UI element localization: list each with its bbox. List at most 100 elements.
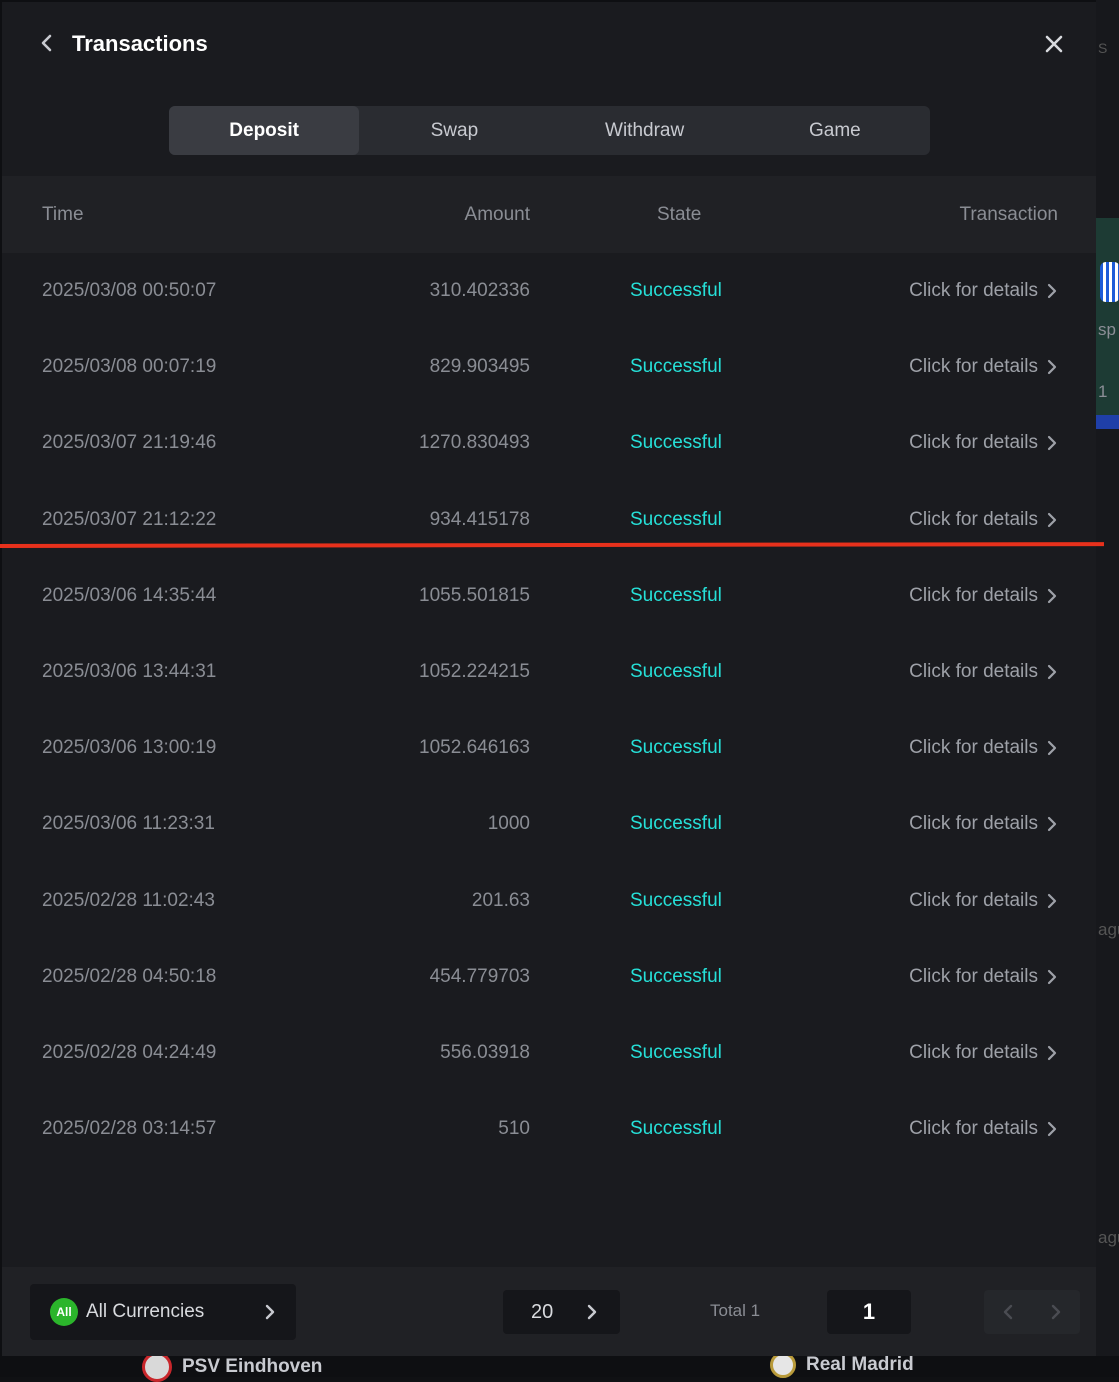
next-page-button[interactable] <box>1032 1290 1080 1334</box>
chevron-right-icon <box>1047 1045 1057 1061</box>
table-row: 2025/02/28 04:24:49 556.03918 Successful Cl… <box>2 1015 1096 1091</box>
details-link[interactable]: Click for details <box>909 329 1058 405</box>
background-right-edge: S sp 1 agu agu <box>1096 0 1119 1377</box>
transaction-state: Successful <box>630 1118 722 1140</box>
transaction-state: Successful <box>630 813 722 835</box>
transaction-amount: 1000 <box>487 813 530 835</box>
chevron-right-icon <box>1047 664 1057 680</box>
details-link[interactable]: Click for details <box>909 1015 1058 1091</box>
transaction-amount: 1055.501815 <box>419 584 530 606</box>
close-icon[interactable] <box>1042 32 1066 56</box>
chevron-right-icon <box>265 1304 275 1320</box>
table-header: Time Amount State Transaction <box>2 176 1096 253</box>
table-row: 2025/03/08 00:50:07 310.402336 Successful C… <box>2 253 1096 329</box>
transaction-amount: 829.903495 <box>429 356 530 378</box>
details-link[interactable]: Click for details <box>909 786 1058 862</box>
transaction-amount: 510 <box>498 1118 530 1140</box>
details-link[interactable]: Click for details <box>909 1091 1058 1167</box>
tab-game[interactable]: Game <box>740 106 930 155</box>
transaction-amount: 454.779703 <box>429 965 530 987</box>
transaction-time: 2025/03/07 21:19:46 <box>42 432 217 454</box>
details-link-label: Click for details <box>909 661 1038 682</box>
back-arrow-icon[interactable] <box>36 32 58 54</box>
transaction-amount: 1052.224215 <box>419 661 530 682</box>
transaction-time: 2025/02/28 04:24:49 <box>42 1042 217 1063</box>
transaction-state: Successful <box>630 280 722 301</box>
transaction-amount: 556.03918 <box>440 1042 530 1063</box>
transaction-time: 2025/02/28 04:50:18 <box>42 965 217 987</box>
column-header-time: Time <box>42 204 84 225</box>
total-count: Total 1 <box>710 1301 761 1320</box>
page-size-select[interactable]: 20 <box>503 1290 620 1334</box>
transaction-state: Successful <box>630 661 722 682</box>
currency-filter-button[interactable]: All All Currencies <box>30 1284 296 1340</box>
table-row: 2025/02/28 03:14:57 510 Successful Click fo… <box>2 1091 1096 1167</box>
table-row: 2025/02/28 11:02:43 201.63 Successful Click… <box>2 863 1096 939</box>
transaction-type-tabs: Deposit Swap Withdraw Game <box>169 106 930 155</box>
details-link[interactable]: Click for details <box>909 634 1058 710</box>
transaction-state: Successful <box>630 432 722 454</box>
background-text-fragment: agu <box>1098 920 1119 939</box>
background-text-fragment: 1 <box>1098 382 1108 401</box>
details-link[interactable]: Click for details <box>909 253 1058 329</box>
details-link-label: Click for details <box>909 432 1038 454</box>
chevron-right-icon <box>1047 969 1057 984</box>
details-link-label: Click for details <box>909 1042 1038 1063</box>
details-link-label: Click for details <box>909 280 1038 301</box>
details-link[interactable]: Click for details <box>909 710 1058 786</box>
chevron-right-icon <box>1047 360 1057 375</box>
chevron-right-icon <box>1047 512 1057 527</box>
details-link[interactable]: Click for details <box>909 863 1058 939</box>
transaction-time: 2025/02/28 03:14:57 <box>42 1118 217 1140</box>
previous-page-button[interactable] <box>984 1290 1032 1334</box>
table-row: 2025/03/08 00:07:19 829.903495 Successful C… <box>2 329 1096 405</box>
all-currencies-badge-icon: All <box>50 1298 78 1326</box>
details-link-label: Click for details <box>909 1118 1038 1140</box>
transaction-time: 2025/03/06 11:23:31 <box>42 813 215 835</box>
table-row: 2025/03/06 13:44:31 1052.224215 Successful… <box>2 634 1096 710</box>
tab-deposit[interactable]: Deposit <box>169 106 360 155</box>
transaction-time: 2025/02/28 11:02:43 <box>42 889 215 911</box>
details-link[interactable]: Click for details <box>909 405 1058 481</box>
page-size-value: 20 <box>531 1300 554 1323</box>
details-link-label: Click for details <box>909 737 1038 759</box>
chevron-right-icon <box>1047 893 1057 908</box>
transaction-state: Successful <box>630 889 722 911</box>
tab-withdraw[interactable]: Withdraw <box>550 106 740 155</box>
current-page-button[interactable]: 1 <box>827 1290 911 1334</box>
chevron-right-icon <box>1051 1304 1061 1320</box>
chevron-right-icon <box>1047 1122 1057 1137</box>
details-link-label: Click for details <box>909 889 1038 911</box>
details-link-label: Click for details <box>909 356 1038 378</box>
details-link-label: Click for details <box>909 965 1038 987</box>
transaction-time: 2025/03/06 13:44:31 <box>42 661 217 682</box>
details-link-label: Click for details <box>909 584 1038 606</box>
table-row: 2025/02/28 04:50:18 454.779703 Successful C… <box>2 939 1096 1015</box>
table-row: 2025/03/06 14:35:44 1055.501815 Successful… <box>2 558 1096 634</box>
details-link[interactable]: Click for details <box>909 558 1058 634</box>
transactions-modal: Transactions Deposit Swap Withdraw Game … <box>2 2 1096 1356</box>
tab-swap[interactable]: Swap <box>359 106 549 155</box>
chevron-right-icon <box>587 1304 597 1320</box>
chevron-right-icon <box>1047 588 1057 603</box>
background-team-left: PSV Eindhoven <box>142 1352 322 1382</box>
table-row: 2025/03/07 21:19:46 1270.830493 Successful… <box>2 405 1096 481</box>
background-text-fragment: S <box>1098 40 1108 56</box>
details-link-label: Click for details <box>909 813 1038 835</box>
background-text-fragment: agu <box>1098 1228 1119 1247</box>
transaction-time: 2025/03/08 00:07:19 <box>42 356 217 378</box>
table-footer: All All Currencies 20 Total 1 1 <box>2 1267 1096 1356</box>
psv-badge-icon <box>142 1352 172 1382</box>
transaction-amount: 1270.830493 <box>419 432 530 454</box>
transaction-state: Successful <box>630 356 722 378</box>
details-link[interactable]: Click for details <box>909 939 1058 1015</box>
chevron-right-icon <box>1047 436 1057 451</box>
table-row: 2025/03/06 11:23:31 1000 Successful Click f… <box>2 786 1096 862</box>
transaction-time: 2025/03/08 00:50:07 <box>42 280 217 301</box>
transaction-state: Successful <box>630 965 722 987</box>
transaction-amount: 201.63 <box>471 889 530 911</box>
chevron-right-icon <box>1047 283 1057 299</box>
transaction-state: Successful <box>630 1042 722 1063</box>
column-header-amount: Amount <box>464 204 530 225</box>
chevron-right-icon <box>1047 741 1057 756</box>
